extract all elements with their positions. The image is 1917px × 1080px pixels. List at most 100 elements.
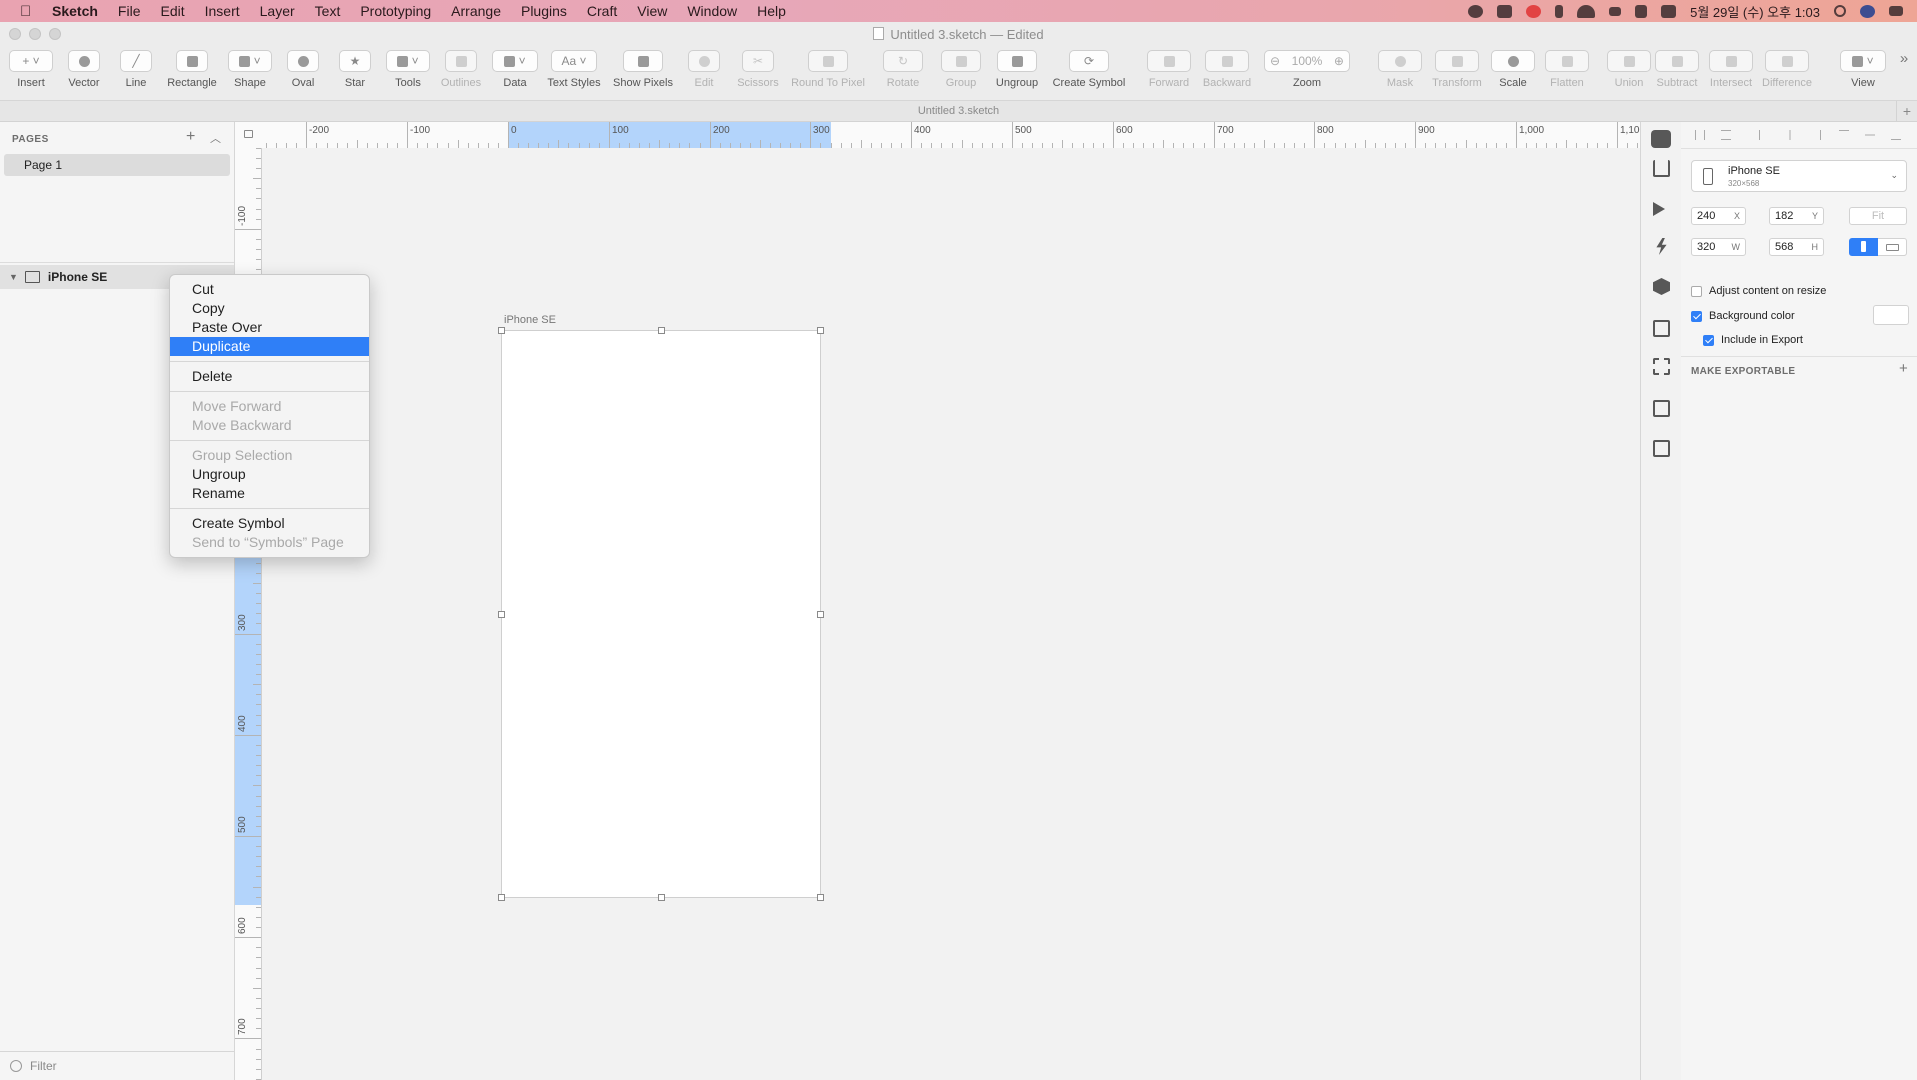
add-page-icon[interactable]: + [186, 128, 195, 146]
rectangle-icon[interactable] [176, 50, 208, 72]
forward-button[interactable]: Forward [1144, 50, 1194, 89]
lock-icon[interactable] [244, 130, 253, 138]
vector-tool[interactable]: Vector [66, 50, 102, 89]
spotlight-icon[interactable] [1834, 5, 1846, 17]
mask-icon[interactable] [1378, 50, 1422, 72]
background-color-checkbox[interactable]: Background color [1691, 310, 1795, 322]
oval-tool[interactable]: Oval [284, 50, 322, 89]
align-top-icon[interactable] [1839, 130, 1849, 140]
group-button[interactable]: Group [940, 50, 982, 89]
create-symbol-icon[interactable]: ⟳ [1069, 50, 1109, 72]
insert-tool[interactable]: + ˅ Insert [8, 50, 54, 89]
intersect-icon[interactable] [1709, 50, 1753, 72]
align-right-icon[interactable] [1811, 130, 1821, 140]
scissors-button[interactable]: ✂ Scissors [734, 50, 782, 89]
shape-icon[interactable]: ˅ [228, 50, 272, 72]
notification-icon[interactable] [1526, 4, 1542, 18]
line-icon[interactable]: ╱ [120, 50, 152, 72]
difference-button[interactable]: Difference [1760, 50, 1814, 89]
notification-center-icon[interactable] [1889, 6, 1903, 16]
line-tool[interactable]: ╱ Line [116, 50, 156, 89]
menu-view[interactable]: View [637, 3, 667, 19]
collapse-pages-icon[interactable]: ︿ [210, 130, 221, 146]
resize-handle-bottom-right[interactable] [817, 894, 824, 901]
resize-handle-bottom[interactable] [658, 894, 665, 901]
tools-icon[interactable]: ˅ [386, 50, 430, 72]
menu-item-delete[interactable]: Delete [170, 367, 369, 386]
airplay-icon[interactable] [1609, 6, 1622, 16]
filter-input[interactable]: Filter [30, 1059, 57, 1073]
distribute-horizontal-icon[interactable] [1695, 130, 1705, 140]
app-status-icon[interactable] [1497, 4, 1513, 18]
rotate-icon[interactable]: ↻ [883, 50, 923, 72]
menu-plugins[interactable]: Plugins [521, 3, 567, 19]
transform-icon[interactable] [1435, 50, 1479, 72]
resize-handle-top[interactable] [658, 327, 665, 334]
outlines-button[interactable]: Outlines [438, 50, 484, 89]
checkbox-box-checked[interactable] [1703, 334, 1714, 346]
rectangle-tool[interactable]: Rectangle [164, 50, 220, 89]
menu-edit[interactable]: Edit [160, 3, 184, 19]
resize-handle-bottom-left[interactable] [498, 894, 505, 901]
align-middle-icon[interactable] [1865, 130, 1875, 140]
inspector-design-tab-icon[interactable] [1651, 130, 1671, 148]
intersect-button[interactable]: Intersect [1706, 50, 1756, 89]
view-icon[interactable]: ˅ [1840, 50, 1886, 72]
disclosure-triangle-icon[interactable]: ▼ [9, 272, 18, 282]
plugin-icon[interactable] [1653, 278, 1670, 295]
menu-arrange[interactable]: Arrange [451, 3, 501, 19]
menu-item-cut[interactable]: Cut [170, 280, 369, 299]
page-item[interactable]: Page 1 [4, 154, 230, 176]
shape-tool[interactable]: ˅ Shape [228, 50, 272, 89]
menu-prototyping[interactable]: Prototyping [360, 3, 431, 19]
pixels-icon[interactable] [623, 50, 663, 72]
resize-handle-right[interactable] [817, 611, 824, 618]
portrait-button[interactable] [1849, 238, 1878, 256]
pen-icon[interactable] [68, 50, 100, 72]
transform-button[interactable]: Transform [1430, 50, 1484, 89]
export-icon[interactable] [1653, 160, 1670, 177]
zoom-in-icon[interactable]: ⊕ [1334, 54, 1344, 68]
add-export-icon[interactable]: + [1899, 360, 1908, 377]
checkbox-box-checked[interactable] [1691, 310, 1702, 322]
union-icon[interactable] [1607, 50, 1651, 72]
ungroup-button[interactable]: Ungroup [992, 50, 1042, 89]
menu-item-rename[interactable]: Rename [170, 484, 369, 503]
x-field[interactable]: 240 X [1691, 207, 1746, 225]
distribute-vertical-icon[interactable] [1721, 130, 1731, 140]
clock[interactable]: 5월 29일 (수) 오후 1:03 [1690, 2, 1820, 21]
edit-icon[interactable] [688, 50, 720, 72]
text-styles-menu[interactable]: Aa ˅ Text Styles [546, 50, 602, 89]
scale-button[interactable]: Scale [1490, 50, 1536, 89]
add-image-icon[interactable] [1653, 440, 1670, 457]
height-field[interactable]: 568 H [1769, 238, 1824, 256]
flatten-button[interactable]: Flatten [1544, 50, 1590, 89]
input-method-icon[interactable] [1661, 4, 1677, 18]
ungroup-icon[interactable] [997, 50, 1037, 72]
document-panel-icon[interactable] [1653, 320, 1670, 337]
menu-item-copy[interactable]: Copy [170, 299, 369, 318]
edit-path-icon[interactable] [1653, 400, 1670, 417]
toolbar-overflow-icon[interactable]: » [1896, 50, 1912, 67]
layout-grid-icon[interactable] [1653, 358, 1670, 375]
artboard[interactable] [498, 327, 824, 901]
scale-icon[interactable] [1491, 50, 1535, 72]
menu-window[interactable]: Window [687, 3, 737, 19]
edit-button[interactable]: Edit [686, 50, 722, 89]
resize-handle-top-right[interactable] [817, 327, 824, 334]
bluetooth-icon[interactable] [1555, 4, 1564, 18]
width-field[interactable]: 320 W [1691, 238, 1746, 256]
resize-handle-top-left[interactable] [498, 327, 505, 334]
document-tab[interactable]: Untitled 3.sketch [918, 105, 999, 117]
align-bottom-icon[interactable] [1891, 130, 1901, 140]
union-button[interactable]: Union [1606, 50, 1652, 89]
create-symbol-button[interactable]: ⟳ Create Symbol [1050, 50, 1128, 89]
adjust-content-checkbox[interactable]: Adjust content on resize [1691, 285, 1826, 297]
checkbox-box[interactable] [1691, 285, 1702, 297]
volume-icon[interactable] [1635, 4, 1648, 18]
menu-item-ungroup[interactable]: Ungroup [170, 465, 369, 484]
new-tab-button[interactable]: + [1896, 101, 1917, 121]
user-icon[interactable] [1860, 4, 1875, 18]
menu-insert[interactable]: Insert [205, 3, 240, 19]
filter-bar[interactable]: Filter [0, 1051, 234, 1080]
